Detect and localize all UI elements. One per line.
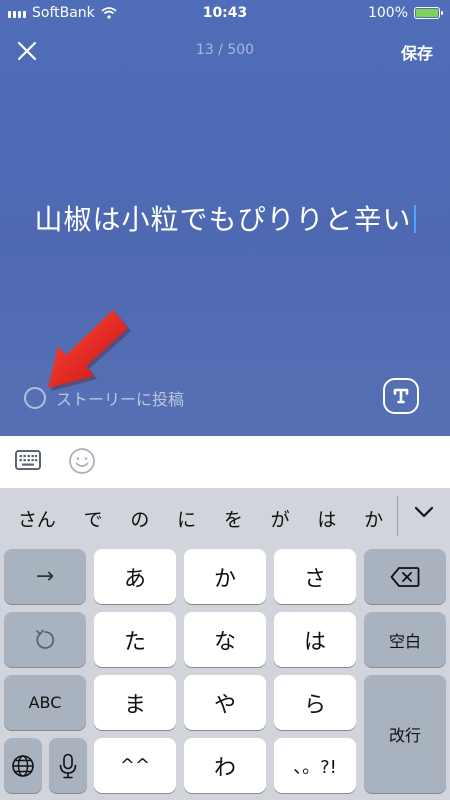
keyboard-switch-button[interactable] — [15, 450, 41, 474]
key-ka[interactable]: か — [184, 549, 266, 604]
candidate-item[interactable]: を — [224, 505, 243, 532]
candidate-item[interactable]: が — [271, 505, 290, 532]
emoji-icon — [69, 448, 95, 474]
abc-key[interactable]: ABC — [4, 675, 86, 730]
battery-icon — [414, 7, 443, 19]
post-composer: SoftBank 10:43 100% 13 / 500 保存 山椒は小粒でもぴ… — [0, 0, 450, 436]
key-ta[interactable]: た — [94, 612, 176, 667]
text-style-icon — [393, 388, 409, 404]
annotation-arrow-icon — [48, 310, 131, 391]
candidate-item[interactable]: か — [364, 505, 383, 532]
return-key[interactable]: 改行 — [364, 675, 446, 793]
input-toolbar — [0, 436, 450, 488]
key-ra[interactable]: ら — [274, 675, 356, 730]
globe-icon — [12, 754, 34, 777]
status-bar: SoftBank 10:43 100% — [0, 0, 450, 28]
candidate-expand-button[interactable] — [414, 504, 434, 523]
status-right: 100% — [367, 5, 443, 21]
candidate-item[interactable]: に — [177, 505, 196, 532]
microphone-icon — [59, 753, 77, 778]
key-sa[interactable]: さ — [274, 549, 356, 604]
space-key[interactable]: 空白 — [364, 612, 446, 667]
save-button[interactable]: 保存 — [401, 40, 433, 64]
key-ma[interactable]: ま — [94, 675, 176, 730]
emoji-button[interactable] — [68, 447, 96, 479]
character-counter: 13 / 500 — [195, 42, 255, 58]
text-style-button[interactable] — [383, 378, 419, 414]
candidate-list: さん で の に を が は か — [0, 505, 397, 532]
key-ya[interactable]: や — [184, 675, 266, 730]
cursor-right-key[interactable]: → — [4, 549, 86, 604]
text-caret — [413, 205, 416, 233]
candidate-item[interactable]: さん — [18, 505, 56, 532]
globe-key[interactable] — [4, 738, 42, 793]
candidate-bar: さん で の に を が は か — [0, 488, 450, 548]
candidate-item[interactable]: は — [317, 505, 336, 532]
undo-icon — [36, 629, 55, 649]
battery-percent: 100% — [367, 5, 408, 21]
key-wa[interactable]: わ — [184, 738, 266, 793]
key-punctuation[interactable]: 、。?! — [274, 738, 356, 793]
post-text-input[interactable]: 山椒は小粒でもぴりりと辛い — [0, 198, 450, 238]
candidate-item[interactable]: で — [84, 505, 103, 532]
keyboard-icon — [15, 450, 41, 470]
candidate-divider — [397, 496, 398, 536]
key-a[interactable]: あ — [94, 549, 176, 604]
post-text: 山椒は小粒でもぴりりと辛い — [34, 203, 412, 236]
candidate-item[interactable]: の — [130, 505, 149, 532]
delete-key[interactable] — [364, 549, 446, 604]
backspace-icon — [390, 566, 420, 587]
chevron-down-icon — [414, 506, 434, 518]
undo-key[interactable] — [4, 612, 86, 667]
key-na[interactable]: な — [184, 612, 266, 667]
dictation-key[interactable] — [49, 738, 87, 793]
key-ha[interactable]: は — [274, 612, 356, 667]
key-kaomoji[interactable]: ^^ — [94, 738, 176, 793]
